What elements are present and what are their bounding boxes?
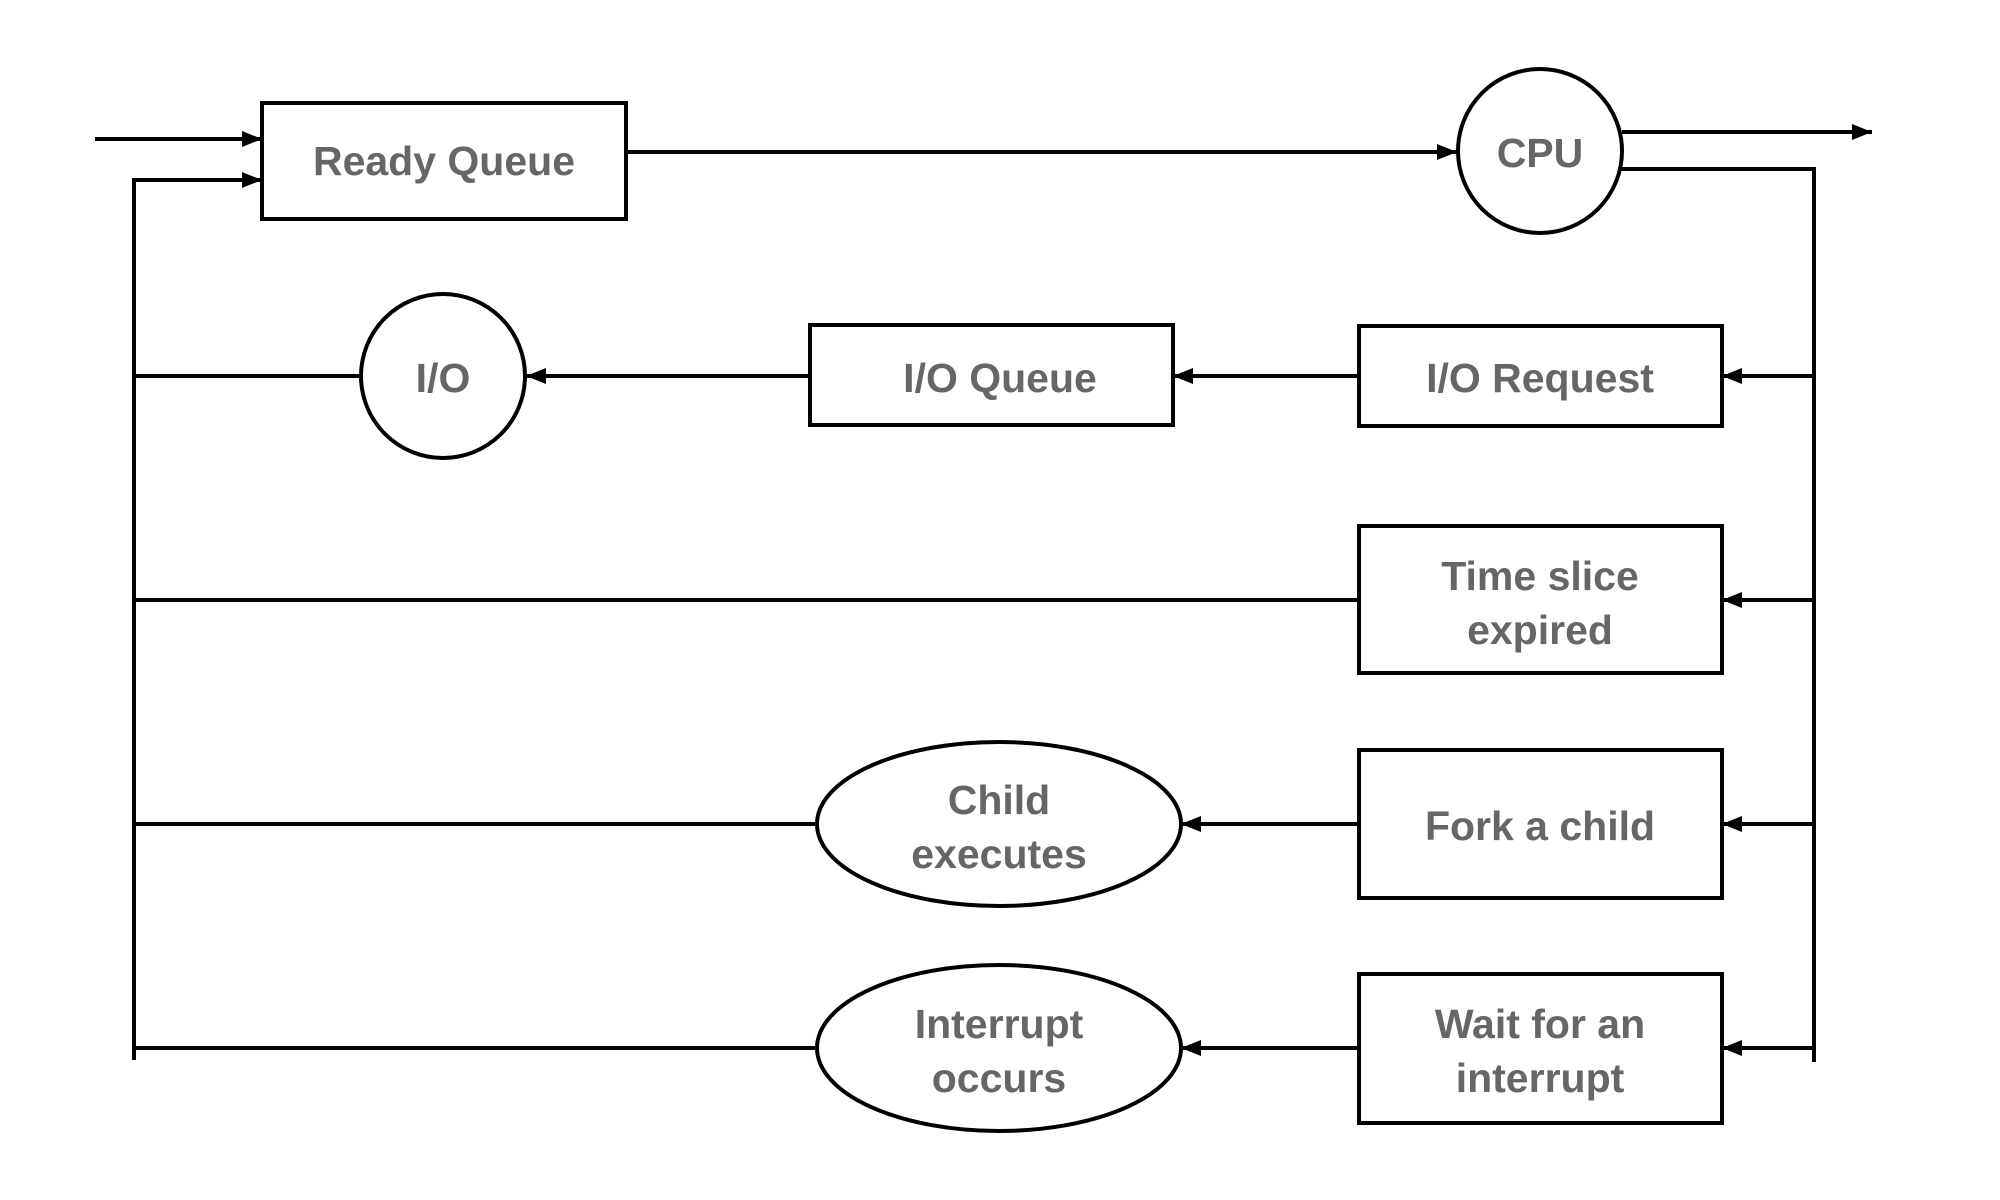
interrupt-occurs-ellipse: [815, 963, 1183, 1133]
node-time-slice: Time slice expired: [1357, 524, 1724, 675]
child-executes-label-line2: executes: [911, 831, 1087, 877]
time-slice-label-line1: Time slice: [1441, 553, 1639, 599]
io-label: I/O: [416, 355, 471, 401]
child-executes-label-line1: Child: [948, 777, 1050, 823]
node-io: I/O: [359, 292, 527, 460]
wait-interrupt-label-line2: interrupt: [1456, 1055, 1625, 1101]
edge-return-to-ready-queue: [132, 172, 262, 1060]
node-io-queue: I/O Queue: [808, 323, 1175, 427]
io-request-label: I/O Request: [1426, 355, 1654, 401]
cpu-label: CPU: [1497, 130, 1584, 176]
node-interrupt-occurs: Interrupt occurs: [815, 963, 1183, 1133]
time-slice-label-line2: expired: [1467, 607, 1613, 653]
node-wait-interrupt: Wait for an interrupt: [1357, 972, 1724, 1125]
node-child-executes: Child executes: [815, 740, 1183, 908]
wait-interrupt-label-line1: Wait for an: [1435, 1001, 1645, 1047]
interrupt-occurs-label-line1: Interrupt: [915, 1001, 1084, 1047]
fork-child-label: Fork a child: [1425, 803, 1655, 849]
queueing-diagram: Ready Queue CPU I/O I/O Queue I/O Reques…: [95, 67, 1872, 1133]
node-io-request: I/O Request: [1357, 324, 1724, 428]
io-queue-label: I/O Queue: [903, 355, 1097, 401]
interrupt-occurs-label-line2: occurs: [932, 1055, 1066, 1101]
child-executes-ellipse: [815, 740, 1183, 908]
ready-queue-label: Ready Queue: [313, 138, 575, 184]
node-cpu: CPU: [1456, 67, 1624, 235]
node-ready-queue: Ready Queue: [260, 101, 628, 221]
node-fork-child: Fork a child: [1357, 748, 1724, 900]
